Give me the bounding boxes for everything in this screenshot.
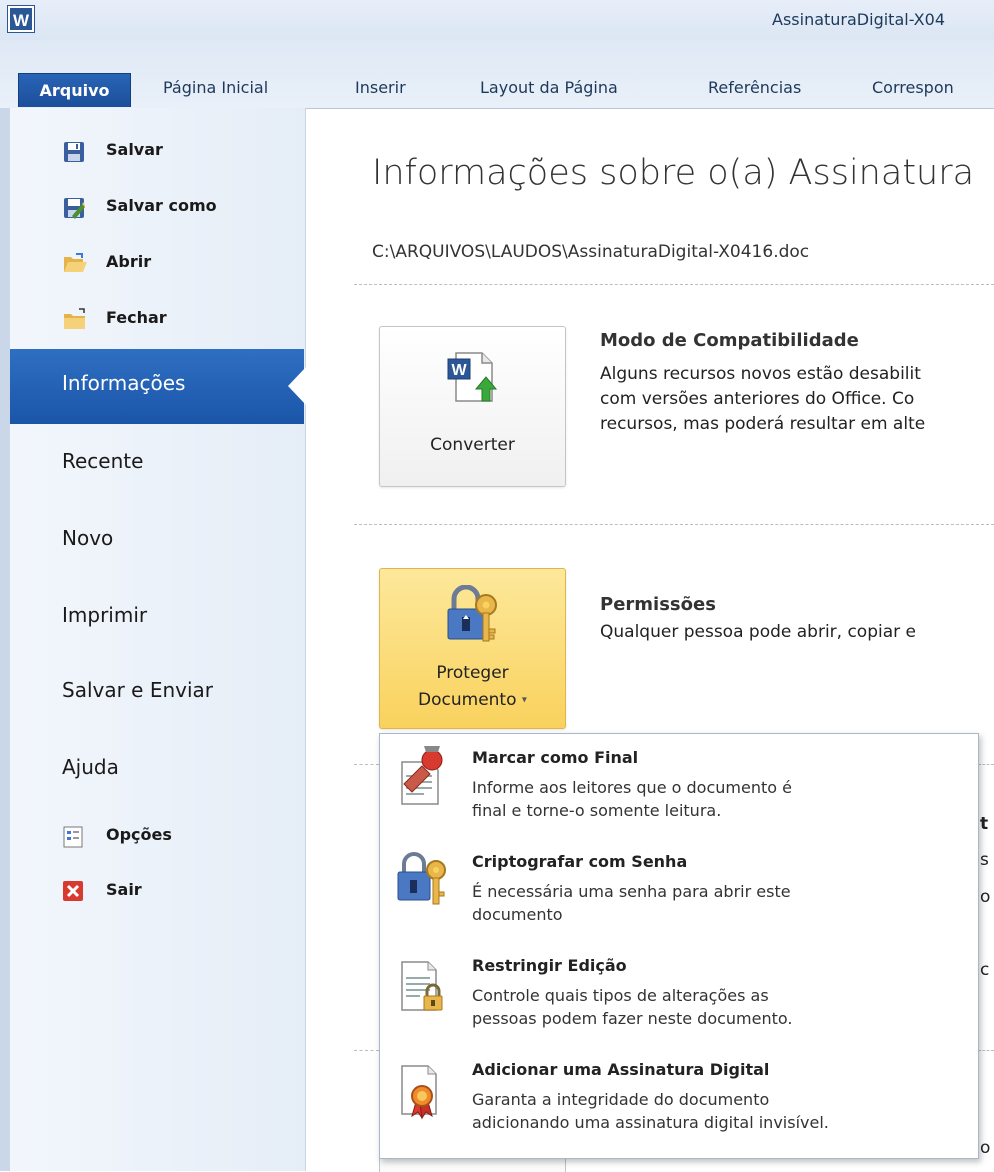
mark-final-icon xyxy=(394,744,450,808)
digital-signature-icon xyxy=(394,1056,450,1120)
tab-correspondencias[interactable]: Correspon xyxy=(872,78,954,97)
sidebar-cmd-abrir[interactable]: Abrir xyxy=(64,252,152,272)
section-divider xyxy=(354,524,994,525)
partial-text-fragment: s xyxy=(980,850,989,870)
sidebar-item-ajuda[interactable]: Ajuda xyxy=(62,755,119,779)
page-title: Informações sobre o(a) Assinatura xyxy=(372,153,975,193)
menu-item-desc: Garanta a integridade do documento adici… xyxy=(472,1088,829,1134)
sidebar-cmd-label: Abrir xyxy=(106,252,152,271)
section-divider xyxy=(354,1050,379,1051)
sidebar-cmd-label: Salvar como xyxy=(106,196,217,215)
menu-desc-line: Informe aos leitores que o documento é xyxy=(472,778,792,797)
sidebar-item-recente[interactable]: Recente xyxy=(62,449,143,473)
sidebar-cmd-label: Opções xyxy=(106,825,172,844)
permissions-section-clip: Permissões Qualquer pessoa pode abrir, c… xyxy=(354,594,994,664)
document-path: C:\ARQUIVOS\LAUDOS\AssinaturaDigital-X04… xyxy=(372,242,810,262)
menu-item-restringir-edicao[interactable]: Restringir Edição Controle quais tipos d… xyxy=(380,942,978,1042)
menu-desc-line: final e torne-o somente leitura. xyxy=(472,801,722,820)
proteger-documento-menu: Marcar como Final Informe aos leitores q… xyxy=(379,733,979,1159)
proteger-line2-text: Documento xyxy=(418,690,517,710)
sidebar-item-informacoes[interactable]: Informações xyxy=(10,349,306,424)
menu-item-desc: É necessária uma senha para abrir este d… xyxy=(472,880,791,926)
title-bar: W AssinaturaDigital-X04 xyxy=(0,0,994,40)
partial-heading-fragment: t xyxy=(980,814,989,834)
compat-line: recursos, mas poderá resultar em alte xyxy=(600,414,926,434)
menu-item-adicionar-assinatura-digital[interactable]: Adicionar uma Assinatura Digital Garanta… xyxy=(380,1046,978,1146)
sidebar-cmd-salvar[interactable]: Salvar xyxy=(64,140,163,162)
window-title: AssinaturaDigital-X04 xyxy=(772,10,945,29)
menu-desc-line: adicionando uma assinatura digital invis… xyxy=(472,1113,829,1132)
compat-line: com versões anteriores do Office. Co xyxy=(600,389,915,409)
compat-line: Alguns recursos novos estão desabilit xyxy=(600,364,921,384)
compat-section-clip: Modo de Compatibilidade Alguns recursos … xyxy=(354,322,994,452)
save-icon xyxy=(62,140,86,168)
sidebar-cmd-label: Fechar xyxy=(106,308,167,327)
exit-icon xyxy=(62,880,84,906)
partial-button[interactable] xyxy=(379,1157,566,1172)
restrict-editing-icon xyxy=(394,952,450,1016)
sidebar-item-novo[interactable]: Novo xyxy=(62,526,113,550)
backstage-sidebar: Salvar Salvar como Abrir Fechar Informaç… xyxy=(0,108,306,1171)
sidebar-item-salvar-e-enviar[interactable]: Salvar e Enviar xyxy=(62,678,213,702)
tab-pagina-inicial[interactable]: Página Inicial xyxy=(163,78,268,97)
menu-item-marcar-como-final[interactable]: Marcar como Final Informe aos leitores q… xyxy=(380,734,978,834)
menu-item-desc: Informe aos leitores que o documento é f… xyxy=(472,776,792,822)
menu-desc-line: documento xyxy=(472,905,563,924)
menu-desc-line: Controle quais tipos de alterações as xyxy=(472,986,769,1005)
section-divider xyxy=(978,764,994,765)
sidebar-cmd-opcoes[interactable]: Opções xyxy=(63,825,172,848)
permissions-text: Qualquer pessoa pode abrir, copiar e xyxy=(600,622,916,642)
save-as-icon xyxy=(62,196,86,224)
menu-item-title: Marcar como Final xyxy=(472,748,639,767)
compat-heading: Modo de Compatibilidade xyxy=(600,330,859,351)
menu-desc-line: Garanta a integridade do documento xyxy=(472,1090,770,1109)
close-folder-icon xyxy=(62,308,88,336)
sidebar-cmd-label: Sair xyxy=(106,880,142,899)
sidebar-cmd-salvar-como[interactable]: Salvar como xyxy=(64,196,217,219)
partial-text-fragment: o xyxy=(980,1138,991,1158)
sidebar-edge xyxy=(0,108,10,1171)
partial-text-fragment: o xyxy=(980,887,991,907)
sidebar-item-imprimir[interactable]: Imprimir xyxy=(62,603,147,627)
proteger-line1: Proteger xyxy=(436,663,509,683)
section-divider xyxy=(354,284,994,285)
sidebar-cmd-label: Salvar xyxy=(106,140,163,159)
permissions-heading: Permissões xyxy=(600,594,716,615)
compat-text: Alguns recursos novos estão desabilit co… xyxy=(600,362,925,437)
menu-desc-line: É necessária uma senha para abrir este xyxy=(472,882,791,901)
menu-item-title: Restringir Edição xyxy=(472,956,627,975)
menu-item-desc: Controle quais tipos de alterações as pe… xyxy=(472,984,793,1030)
active-indicator-notch xyxy=(288,367,306,405)
section-divider xyxy=(978,1050,994,1051)
chevron-down-icon: ▾ xyxy=(521,694,527,706)
tab-layout-da-pagina[interactable]: Layout da Página xyxy=(480,78,618,97)
ribbon-tab-bar: Página Inicial Inserir Layout da Página … xyxy=(0,40,994,109)
sidebar-item-label: Informações xyxy=(62,371,186,395)
menu-item-criptografar-com-senha[interactable]: Criptografar com Senha É necessária uma … xyxy=(380,838,978,938)
menu-desc-line: pessoas podem fazer neste documento. xyxy=(472,1009,793,1028)
options-icon xyxy=(62,825,84,853)
section-divider xyxy=(354,764,379,765)
sidebar-cmd-fechar[interactable]: Fechar xyxy=(64,308,167,329)
partial-text-fragment: c xyxy=(980,960,990,980)
word-app-icon[interactable]: W xyxy=(8,6,34,32)
sidebar-cmd-sair[interactable]: Sair xyxy=(63,880,142,901)
tab-arquivo[interactable]: Arquivo xyxy=(18,73,131,107)
open-folder-icon xyxy=(62,252,88,280)
tab-referencias[interactable]: Referências xyxy=(708,78,801,97)
encrypt-lock-icon xyxy=(394,848,450,912)
tab-inserir[interactable]: Inserir xyxy=(355,78,406,97)
menu-item-title: Criptografar com Senha xyxy=(472,852,688,871)
proteger-line2: Documento ▾ xyxy=(380,690,565,710)
menu-item-title: Adicionar uma Assinatura Digital xyxy=(472,1060,770,1079)
